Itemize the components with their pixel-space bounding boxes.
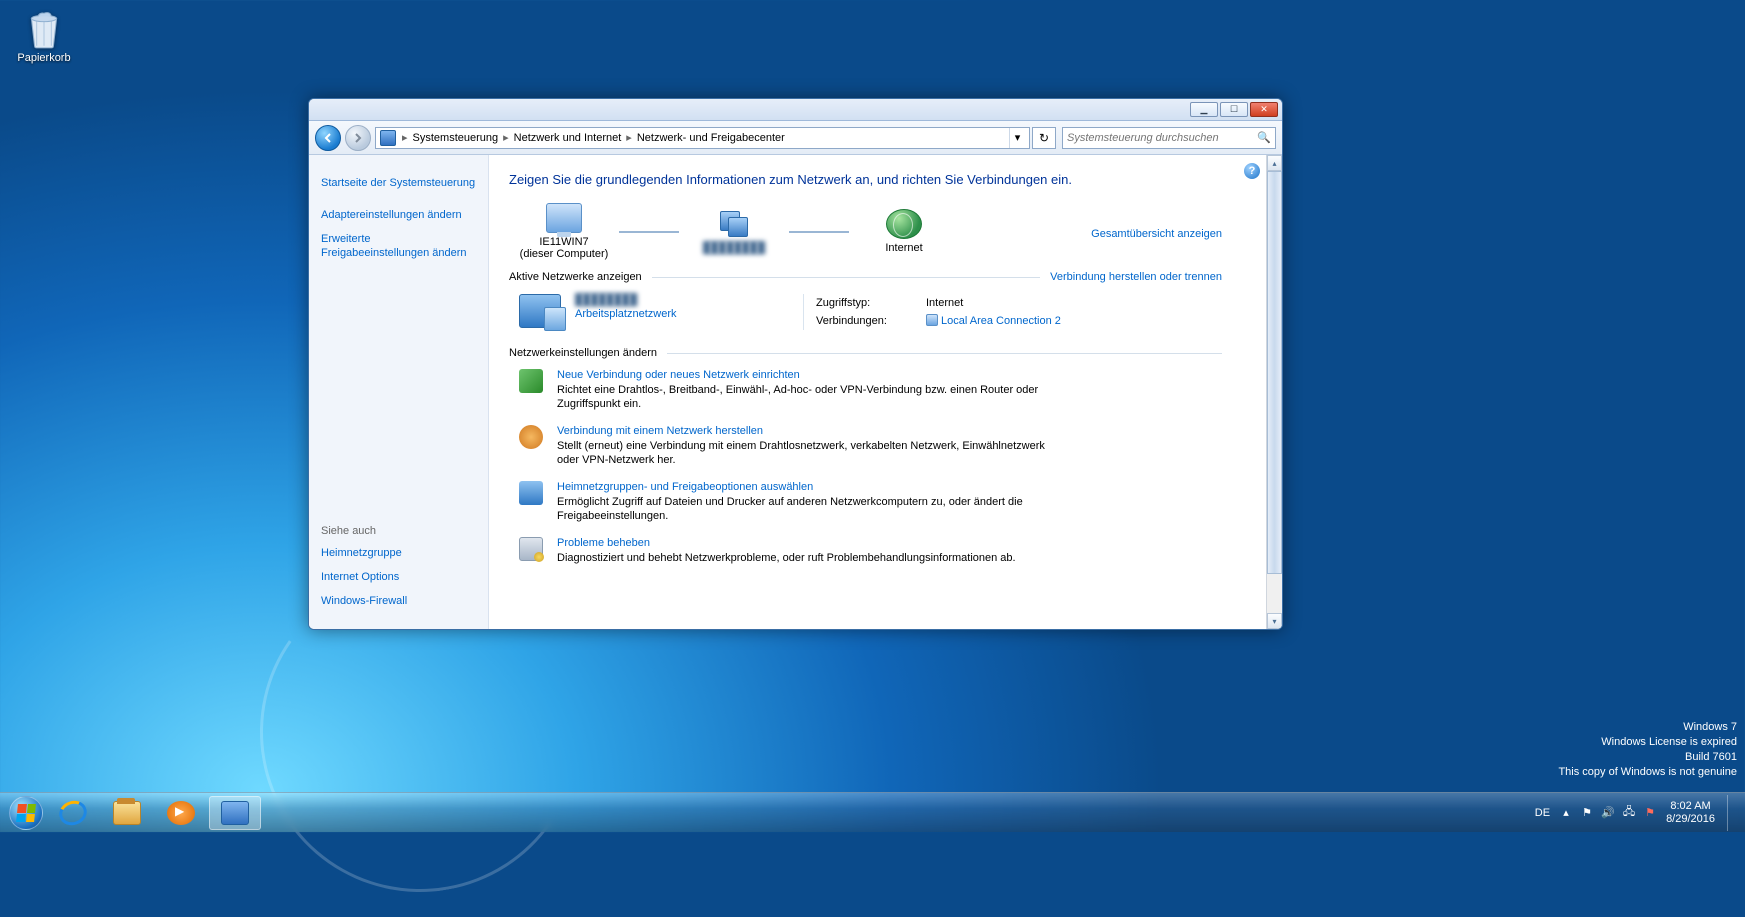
address-dropdown[interactable]: ▾	[1009, 128, 1025, 148]
address-bar[interactable]: ▸ Systemsteuerung ▸ Netzwerk und Interne…	[375, 127, 1030, 149]
map-network: ████████	[679, 209, 789, 254]
maximize-button[interactable]: ☐	[1220, 102, 1248, 117]
opt-title[interactable]: Probleme beheben	[557, 537, 1016, 549]
opt-troubleshoot: Probleme beheben Diagnostiziert und behe…	[509, 530, 1262, 572]
start-orb-icon	[9, 796, 43, 830]
breadcrumb-l2[interactable]: Netzwerk- und Freigabecenter	[634, 132, 788, 144]
control-panel-tb-icon	[221, 801, 249, 825]
sidebar-home[interactable]: Startseite der Systemsteuerung	[321, 176, 476, 190]
taskbar-ie[interactable]	[47, 796, 99, 830]
action-center-icon[interactable]: ⚑	[1579, 805, 1595, 821]
map-internet: Internet	[849, 209, 959, 254]
new-connection-icon	[519, 369, 543, 393]
scroll-thumb[interactable]	[1267, 171, 1282, 574]
network-tray-icon[interactable]: 🖧	[1621, 805, 1637, 821]
watermark: Windows 7 Windows License is expired Bui…	[1558, 720, 1737, 780]
volume-icon[interactable]: 🔊	[1600, 805, 1616, 821]
adapter-icon	[926, 314, 938, 326]
opt-homegroup: Heimnetzgruppen- und Freigabeoptionen au…	[509, 474, 1262, 530]
breadcrumb-root[interactable]: Systemsteuerung	[410, 132, 502, 144]
clock[interactable]: 8:02 AM 8/29/2016	[1666, 800, 1715, 826]
page-heading: Zeigen Sie die grundlegenden Information…	[509, 171, 1149, 189]
start-button[interactable]	[6, 793, 46, 833]
security-alert-icon[interactable]: ⚑	[1642, 805, 1658, 821]
lang-indicator[interactable]: DE	[1535, 807, 1550, 819]
search-box[interactable]: 🔍	[1062, 127, 1276, 149]
connection-link[interactable]: Local Area Connection 2	[926, 312, 1061, 330]
opt-title[interactable]: Heimnetzgruppen- und Freigabeoptionen au…	[557, 481, 1057, 493]
full-map-link[interactable]: Gesamtübersicht anzeigen	[1091, 224, 1222, 240]
scroll-down[interactable]: ▾	[1267, 613, 1282, 629]
recycle-bin[interactable]: Papierkorb	[8, 8, 80, 64]
watermark-line: Build 7601	[1558, 750, 1737, 765]
control-panel-window: ▁ ☐ ✕ ▸ Systemsteuerung ▸ Netzwerk und I…	[308, 98, 1283, 630]
watermark-line: Windows 7	[1558, 720, 1737, 735]
media-player-icon	[167, 801, 195, 825]
scrollbar[interactable]: ▴ ▾	[1266, 155, 1282, 629]
search-icon[interactable]: 🔍	[1257, 131, 1271, 144]
connect-disconnect-link[interactable]: Verbindung herstellen oder trennen	[1050, 271, 1222, 283]
office-network-icon	[519, 294, 561, 328]
troubleshoot-icon	[519, 537, 543, 561]
opt-connect-network: Verbindung mit einem Netzwerk herstellen…	[509, 418, 1262, 474]
opt-title[interactable]: Neue Verbindung oder neues Netzwerk einr…	[557, 369, 1057, 381]
control-panel-icon	[380, 130, 396, 146]
homegroup-icon	[519, 481, 543, 505]
network-map: IE11WIN7 (dieser Computer) ████████ Inte…	[509, 203, 1262, 260]
connections-label: Verbindungen:	[816, 312, 896, 330]
sidebar: Startseite der Systemsteuerung Adapterei…	[309, 155, 489, 629]
content-pane: ? ▴ ▾ Zeigen Sie die grundlegenden Infor…	[489, 155, 1282, 629]
see-also-heading: Siehe auch	[321, 525, 476, 537]
show-desktop-button[interactable]	[1727, 795, 1737, 831]
address-row: ▸ Systemsteuerung ▸ Netzwerk und Interne…	[309, 121, 1282, 155]
connect-network-icon	[519, 425, 543, 449]
network-name: ████████	[575, 294, 677, 306]
active-networks-heading: Aktive Netzwerke anzeigen Verbindung her…	[509, 266, 1262, 286]
access-value: Internet	[926, 294, 963, 312]
access-label: Zugriffstyp:	[816, 294, 896, 312]
refresh-button[interactable]: ↻	[1032, 127, 1056, 149]
sidebar-advanced-sharing[interactable]: Erweiterte Freigabeeinstellungen ändern	[321, 232, 476, 260]
recycle-bin-icon	[23, 8, 65, 50]
search-input[interactable]	[1067, 132, 1257, 144]
breadcrumb-l1[interactable]: Netzwerk und Internet	[511, 132, 625, 144]
change-settings-heading: Netzwerkeinstellungen ändern	[509, 342, 1262, 362]
minimize-button[interactable]: ▁	[1190, 102, 1218, 117]
forward-button[interactable]	[345, 125, 371, 151]
tray-up-icon[interactable]: ▴	[1558, 805, 1574, 821]
system-tray: DE ▴ ⚑ 🔊 🖧 ⚑ 8:02 AM 8/29/2016	[1535, 795, 1739, 831]
active-network: ████████ Arbeitsplatznetzwerk Zugriffsty…	[509, 286, 1262, 336]
opt-new-connection: Neue Verbindung oder neues Netzwerk einr…	[509, 362, 1262, 418]
explorer-icon	[113, 801, 141, 825]
opt-title[interactable]: Verbindung mit einem Netzwerk herstellen	[557, 425, 1057, 437]
map-this-pc: IE11WIN7 (dieser Computer)	[509, 203, 619, 260]
titlebar[interactable]: ▁ ☐ ✕	[309, 99, 1282, 121]
help-icon[interactable]: ?	[1244, 163, 1260, 179]
scroll-up[interactable]: ▴	[1267, 155, 1282, 171]
window-body: Startseite der Systemsteuerung Adapterei…	[309, 155, 1282, 629]
back-button[interactable]	[315, 125, 341, 151]
taskbar-media-player[interactable]	[155, 796, 207, 830]
computer-icon	[546, 203, 582, 233]
globe-icon	[886, 209, 922, 239]
recycle-bin-label: Papierkorb	[8, 52, 80, 64]
ie-icon	[56, 796, 91, 828]
network-icon	[716, 209, 752, 239]
sidebar-homegroup[interactable]: Heimnetzgruppe	[321, 546, 476, 560]
close-button[interactable]: ✕	[1250, 102, 1278, 117]
watermark-line: Windows License is expired	[1558, 735, 1737, 750]
taskbar-control-panel[interactable]	[209, 796, 261, 830]
sidebar-adapter[interactable]: Adaptereinstellungen ändern	[321, 208, 476, 222]
sidebar-firewall[interactable]: Windows-Firewall	[321, 594, 476, 608]
sidebar-internet-options[interactable]: Internet Options	[321, 570, 476, 584]
taskbar-explorer[interactable]	[101, 796, 153, 830]
network-type-link[interactable]: Arbeitsplatznetzwerk	[575, 308, 677, 320]
watermark-line: This copy of Windows is not genuine	[1558, 765, 1737, 780]
taskbar: DE ▴ ⚑ 🔊 🖧 ⚑ 8:02 AM 8/29/2016	[0, 792, 1745, 832]
